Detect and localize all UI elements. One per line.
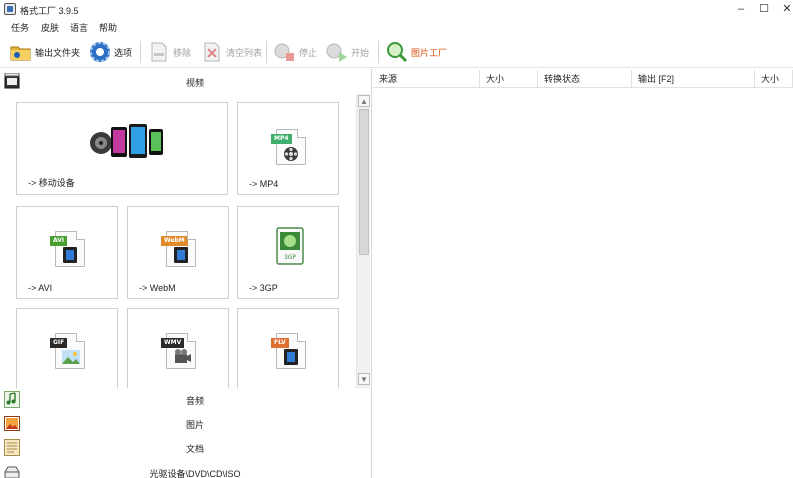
stop-button[interactable]: 停止 [273,38,317,66]
tile-label: -> MP4 [249,179,279,189]
3gp-file-icon: 3GP [276,227,304,265]
menu-language[interactable]: 语言 [70,21,88,34]
category-document-label: 文档 [185,444,204,454]
start-icon [325,40,349,64]
output-folder-button[interactable]: 输出文件夹 [9,38,80,66]
webm-file-icon: WebM [161,231,196,267]
stop-icon [273,40,297,64]
category-video-label: 视频 [185,78,204,88]
minimize-button[interactable]: – [729,2,753,17]
toolbar: 输出文件夹 选项 移除 清空列表 停止 开始 图片工厂 [0,37,793,68]
clear-list-icon [200,40,224,64]
tile-webm[interactable]: WebM -> WebM [127,206,229,299]
tile-label: -> 移动设备 [28,178,75,188]
tile-mobile-device[interactable]: -> 移动设备 [16,102,228,195]
column-source[interactable]: 来源 [373,70,480,88]
category-rom-label: 光驱设备\DVD\CD\ISO [149,469,241,478]
remove-doc-icon [147,40,171,64]
task-list[interactable]: 来源 大小 转换状态 输出 [F2] 大小 [373,69,793,478]
picture-factory-button[interactable]: 图片工厂 [385,38,447,66]
function-panel: 视频 -> 移动设备 MP4 -> MP4 AVI -> AVI WebM ->… [0,69,372,478]
start-label: 开始 [351,47,370,58]
close-button[interactable]: ✕ [775,2,793,17]
scroll-up-arrow[interactable]: ▲ [358,95,370,107]
tile-flv[interactable]: FLV [237,308,339,388]
picture-factory-label: 图片工厂 [411,47,448,58]
mobile-devices-icon [89,121,165,161]
tile-label: -> 3GP [249,283,278,293]
magnifier-icon [385,40,409,64]
column-status[interactable]: 转换状态 [538,70,632,88]
tile-label: -> AVI [28,283,53,293]
vertical-scrollbar[interactable]: ▲ ▼ [356,94,370,388]
column-output-size[interactable]: 大小 [755,70,793,88]
svg-text:3GP: 3GP [284,254,296,261]
clear-list-button[interactable]: 清空列表 [200,38,262,66]
options-label: 选项 [114,47,133,58]
mp4-file-icon: MP4 [271,129,306,165]
flv-file-icon: FLV [271,333,306,369]
flv-badge: FLV [271,338,289,348]
options-button[interactable]: 选项 [88,38,132,66]
tile-mp4[interactable]: MP4 -> MP4 [237,102,339,195]
menu-task[interactable]: 任务 [11,21,29,34]
category-audio-label: 音频 [185,396,204,406]
scroll-thumb[interactable] [359,109,369,255]
scroll-down-arrow[interactable]: ▼ [358,373,370,385]
format-grid: -> 移动设备 MP4 -> MP4 AVI -> AVI WebM -> We… [0,94,356,388]
tile-wmv[interactable]: WMV [127,308,229,388]
webm-badge: WebM [161,236,188,246]
app-icon [4,3,16,15]
toolbar-divider [266,41,267,63]
remove-label: 移除 [173,47,192,58]
output-folder-label: 输出文件夹 [35,47,81,58]
gear-icon [88,40,112,64]
gif-file-icon: GIF [50,333,85,369]
filmstrip-icon [174,247,188,263]
gif-badge: GIF [50,338,68,348]
tile-label: -> WebM [139,283,176,293]
category-audio[interactable]: 音频 [0,388,372,412]
tile-gif[interactable]: GIF [16,308,118,388]
category-document[interactable]: 文档 [0,436,372,460]
category-picture[interactable]: 图片 [0,412,372,436]
stop-label: 停止 [299,47,318,58]
mp4-badge: MP4 [271,134,292,144]
filmstrip-icon [284,349,298,365]
title-bar: 格式工厂 3.9.5 – ☐ ✕ [0,0,793,19]
category-video[interactable]: 视频 [0,70,372,94]
window-title: 格式工厂 3.9.5 [20,6,79,16]
menu-help[interactable]: 帮助 [99,21,117,34]
menu-bar: 任务 皮肤 语言 帮助 [0,19,793,35]
tile-3gp[interactable]: 3GP -> 3GP [237,206,339,299]
menu-skin[interactable]: 皮肤 [41,21,59,34]
start-button[interactable]: 开始 [325,38,369,66]
maximize-button[interactable]: ☐ [752,2,776,17]
remove-button[interactable]: 移除 [147,38,191,66]
folder-icon [9,40,33,64]
toolbar-divider [378,41,379,63]
category-rom-device[interactable]: 光驱设备\DVD\CD\ISO [0,461,372,478]
column-size[interactable]: 大小 [480,70,538,88]
category-picture-label: 图片 [185,420,204,430]
avi-badge: AVI [50,236,68,246]
tile-avi[interactable]: AVI -> AVI [16,206,118,299]
wmv-file-icon: WMV [161,333,196,369]
wmv-badge: WMV [161,338,185,348]
column-output[interactable]: 输出 [F2] [632,70,755,88]
toolbar-divider [140,41,141,63]
clear-list-label: 清空列表 [226,47,263,58]
filmstrip-icon [63,247,77,263]
avi-file-icon: AVI [50,231,85,267]
